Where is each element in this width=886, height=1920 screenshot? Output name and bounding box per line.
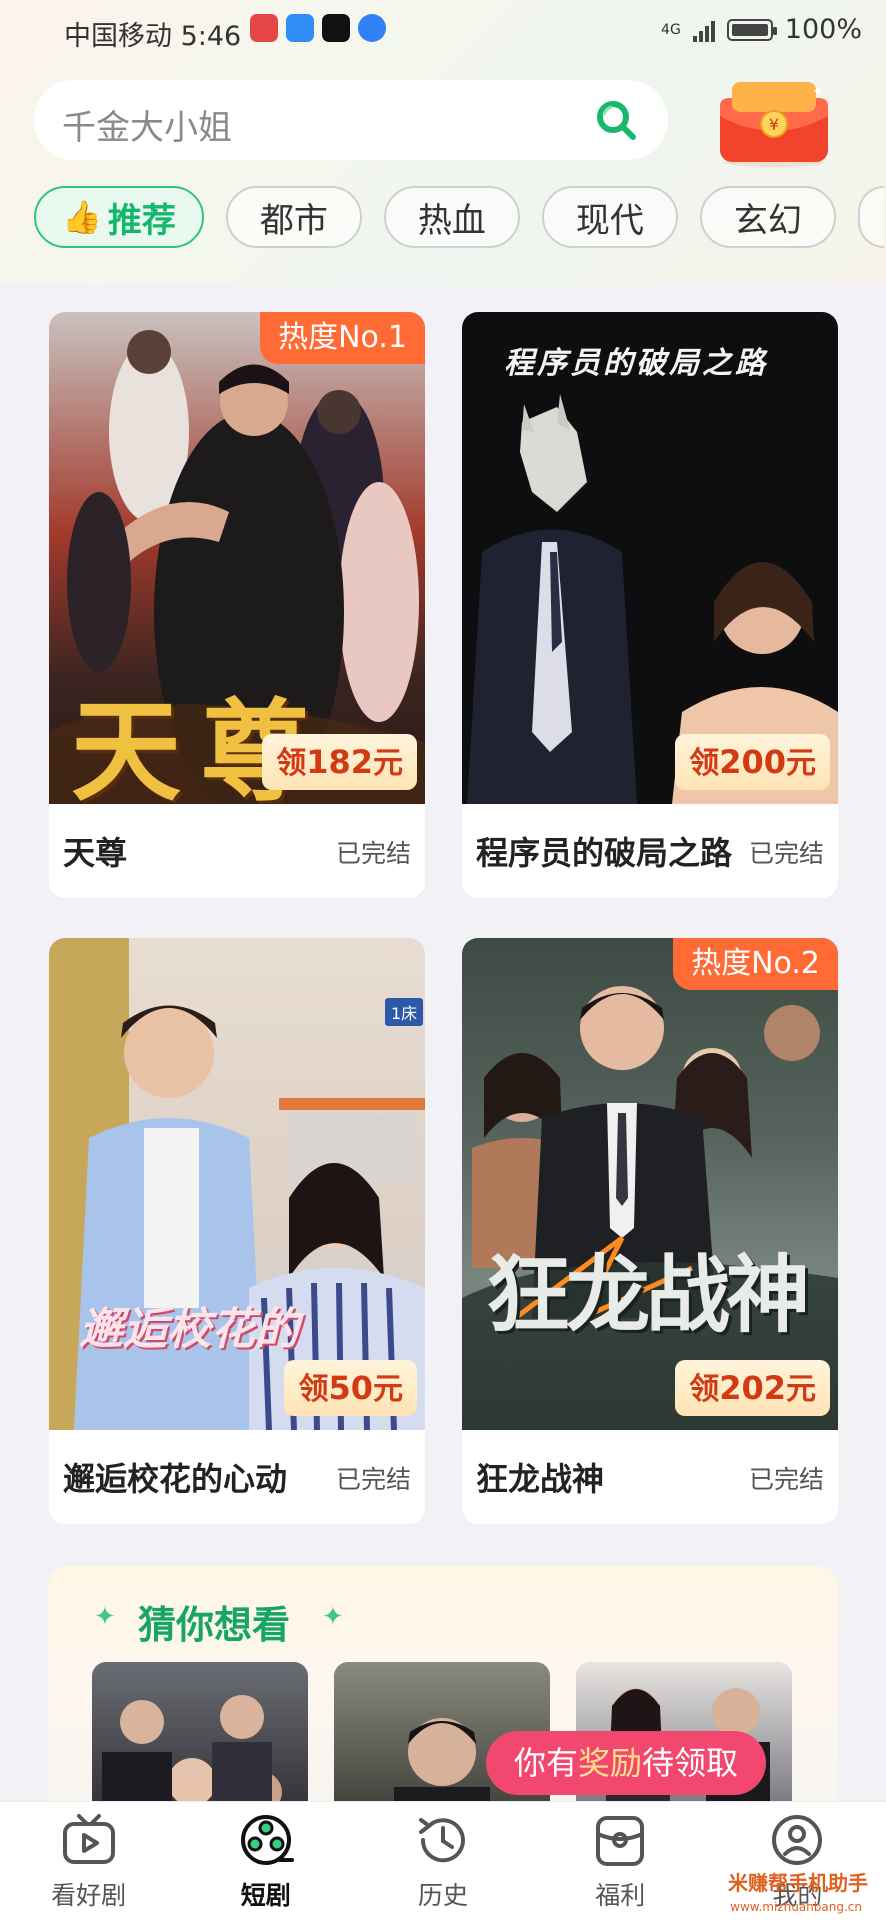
search-bar[interactable]: 千金大小姐: [34, 80, 668, 160]
reward-amount: 182: [306, 743, 373, 781]
reward-amount: 202: [719, 1369, 786, 1407]
reward-unit: 元: [373, 746, 403, 781]
nav-label: 看好剧: [51, 1881, 127, 1910]
svg-text:✦: ✦: [812, 84, 824, 100]
poster-art: [467, 394, 838, 804]
tab-label: 现代: [575, 200, 644, 241]
weather-app-icon: [286, 14, 314, 42]
tab-label: 热血: [417, 200, 486, 241]
search-icon[interactable]: [594, 98, 638, 142]
reward-badge: 领200元: [675, 734, 830, 790]
drama-card[interactable]: 程序员的破局之路 领200元 程序员的破局之路 已完结: [462, 312, 838, 898]
sparkle-icon: ✦: [94, 1602, 116, 1632]
tab-label: 推荐: [107, 200, 176, 241]
poster-title-art: 邂逅校花的: [79, 1304, 299, 1355]
battery-icon: [726, 18, 777, 41]
reward-prefix: 领: [298, 1372, 329, 1407]
reward-badge: 领50元: [284, 1360, 417, 1416]
nav-short-drama[interactable]: 短剧: [177, 1802, 354, 1920]
tab-hotblood[interactable]: 热血: [383, 186, 520, 248]
carrier-time: 中国移动 5:46: [64, 21, 242, 52]
drama-status: 已完结: [335, 839, 411, 868]
reward-prefix: 领: [689, 1372, 720, 1407]
tab-label: 玄幻: [733, 200, 802, 241]
drama-card[interactable]: 狂龙战神 热度No.2 领202元 狂龙战神 已完结: [462, 938, 838, 1524]
tv-play-icon: [62, 1814, 115, 1864]
tab-fantasy[interactable]: 玄幻: [699, 186, 836, 248]
reward-amount: 50: [328, 1369, 373, 1407]
drama-status: 已完结: [335, 1465, 411, 1494]
hot-rank-badge: 热度No.1: [260, 312, 425, 364]
tip-highlight: 奖励: [578, 1744, 643, 1782]
tab-recommend[interactable]: 👍 推荐: [34, 186, 204, 248]
watermark-url: www.mizhuanbang.cn: [730, 1900, 862, 1914]
battery-level: 100%: [784, 14, 862, 45]
drama-title[interactable]: 天尊: [63, 828, 127, 874]
thumbs-up-icon: 👍: [62, 198, 102, 236]
notification-icons: [250, 14, 386, 42]
app-notification-icon: [250, 14, 278, 42]
search-placeholder[interactable]: 千金大小姐: [62, 100, 232, 149]
drama-title[interactable]: 狂龙战神: [476, 1454, 604, 1500]
tip-prefix: 你有: [514, 1744, 579, 1782]
section-title: 猜你想看: [138, 1603, 291, 1647]
network-type: 4G: [661, 21, 681, 38]
tab-more-partial[interactable]: [857, 186, 884, 248]
tab-modern[interactable]: 现代: [541, 186, 678, 248]
drama-card[interactable]: 1床 邂逅校花的 领50元 邂逅校花的心动 已完结: [49, 938, 425, 1524]
poster-title-art: 狂龙战神: [486, 1245, 810, 1344]
status-right: 4G 100%: [661, 14, 862, 45]
reward-claim-banner[interactable]: 你有奖励待领取: [486, 1731, 767, 1795]
nav-label: 历史: [418, 1881, 469, 1910]
film-reel-icon: [240, 1815, 294, 1865]
status-bar: 中国移动 5:46 4G 100%: [0, 0, 886, 60]
top-header: 中国移动 5:46 4G 100% 千金大小姐 ¥ ✦ 👍 推荐 都市 热血 现…: [0, 0, 886, 285]
poster-image[interactable]: 天尊 热度No.1 领182元: [49, 312, 425, 804]
category-tabs: 👍 推荐 都市 热血 现代 玄幻: [34, 186, 884, 250]
reward-badge: 领182元: [262, 734, 417, 790]
nav-label: 短剧: [240, 1881, 291, 1910]
reward-prefix: 领: [276, 746, 307, 781]
bulb-app-icon: [358, 14, 386, 42]
profile-icon: [772, 1815, 823, 1865]
drama-status: 已完结: [748, 1465, 824, 1494]
hot-rank-badge: 热度No.2: [673, 938, 838, 990]
poster-image[interactable]: 程序员的破局之路 领200元: [462, 312, 838, 804]
drama-status: 已完结: [748, 839, 824, 868]
reward-unit: 元: [786, 1372, 816, 1407]
drama-card[interactable]: 天尊 热度No.1 领182元 天尊 已完结: [49, 312, 425, 898]
poster-image[interactable]: 狂龙战神 热度No.2 领202元: [462, 938, 838, 1430]
nav-history[interactable]: 历史: [354, 1802, 531, 1920]
tab-label: 都市: [259, 200, 328, 241]
poster-title-art: 程序员的破局之路: [504, 346, 768, 381]
poster-art: [462, 986, 838, 1430]
tiktok-icon: [322, 14, 350, 42]
reward-unit: 元: [786, 746, 816, 781]
reward-badge: 领202元: [675, 1360, 830, 1416]
history-clock-icon: [419, 1818, 465, 1863]
reward-prefix: 领: [689, 746, 720, 781]
gift-welfare-icon: [596, 1816, 645, 1866]
signal-icon: [692, 18, 715, 42]
sparkle-icon: ✦: [322, 1602, 344, 1632]
bed-number-sign: 1床: [385, 998, 424, 1026]
reward-amount: 200: [719, 743, 786, 781]
drama-title[interactable]: 邂逅校花的心动: [63, 1454, 287, 1500]
nav-welfare[interactable]: 福利: [532, 1802, 709, 1920]
svg-text:¥: ¥: [769, 115, 779, 134]
tip-suffix: 待领取: [642, 1744, 739, 1782]
drama-title[interactable]: 程序员的破局之路: [476, 828, 732, 874]
tab-urban[interactable]: 都市: [225, 186, 362, 248]
watermark-text: 米赚帮手机助手: [728, 1871, 868, 1895]
red-packet-icon[interactable]: ¥ ✦: [712, 76, 836, 168]
nav-watch[interactable]: 看好剧: [0, 1802, 177, 1920]
nav-label: 福利: [595, 1881, 646, 1910]
poster-image[interactable]: 1床 邂逅校花的 领50元: [49, 938, 425, 1430]
bottom-nav: 看好剧 短剧 历史 福利 我的 米赚帮手机助手 www.mizhuanbang.…: [0, 1801, 886, 1920]
reward-unit: 元: [373, 1372, 403, 1407]
